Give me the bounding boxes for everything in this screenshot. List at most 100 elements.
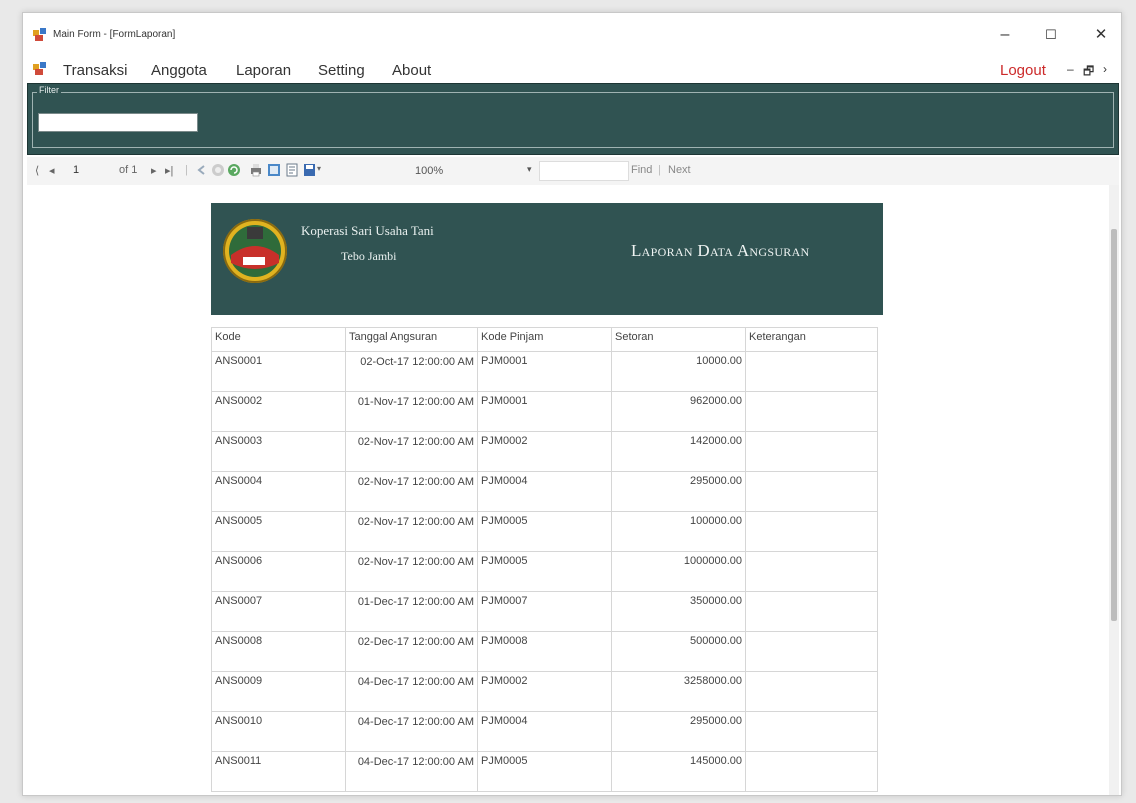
refresh-icon[interactable] — [227, 163, 241, 177]
last-page-button[interactable]: ▸| — [165, 164, 173, 177]
title-bar: Main Form - [FormLaporan] – ☐ ✕ — [23, 13, 1121, 53]
cell-setoran: 295000.00 — [611, 711, 746, 752]
find-button[interactable]: Find — [631, 164, 652, 176]
mdi-minimize-button[interactable]: – — [1067, 62, 1074, 76]
mdi-child-icon[interactable] — [33, 62, 47, 76]
scrollbar-thumb[interactable] — [1111, 229, 1117, 621]
find-input[interactable] — [539, 161, 629, 181]
cell-setoran: 3258000.00 — [611, 671, 746, 712]
export-dropdown-icon[interactable]: ▾ — [317, 164, 321, 173]
table-row: ANS0010 04-Dec-17 12:00:00 AM PJM0004 29500… — [211, 711, 878, 752]
report-title: Laporan Data Angsuran — [631, 241, 810, 260]
print-layout-icon[interactable] — [267, 163, 281, 177]
cell-tanggal: 02-Dec-17 12:00:00 AM — [345, 631, 478, 672]
menu-anggota[interactable]: Anggota — [151, 62, 207, 79]
cell-tanggal: 04-Dec-17 12:00:00 AM — [345, 671, 478, 712]
zoom-select[interactable]: 100% — [415, 161, 535, 181]
cell-tanggal: 01-Nov-17 12:00:00 AM — [345, 391, 478, 432]
cell-kode-pinjam: PJM0008 — [477, 631, 612, 672]
report-viewer: Koperasi Sari Usaha Tani Tebo Jambi Lapo… — [27, 185, 1119, 795]
cell-tanggal: 02-Nov-17 12:00:00 AM — [345, 431, 478, 472]
cell-setoran: 295000.00 — [611, 471, 746, 512]
menu-laporan[interactable]: Laporan — [236, 62, 291, 79]
window-title: Main Form - [FormLaporan] — [53, 29, 176, 40]
next-page-button[interactable]: ▸ — [151, 164, 157, 177]
cell-kode-pinjam: PJM0002 — [477, 671, 612, 712]
column-header-kode-pinjam: Kode Pinjam — [477, 327, 612, 352]
cell-setoran: 10000.00 — [611, 351, 746, 392]
cell-setoran: 962000.00 — [611, 391, 746, 432]
chevron-down-icon[interactable]: ▾ — [527, 164, 532, 175]
print-icon[interactable] — [249, 163, 263, 177]
menu-about[interactable]: About — [392, 62, 431, 79]
cell-setoran: 142000.00 — [611, 431, 746, 472]
menu-setting[interactable]: Setting — [318, 62, 365, 79]
cell-tanggal: 01-Dec-17 12:00:00 AM — [345, 591, 478, 632]
cell-keterangan — [745, 391, 878, 432]
cell-kode: ANS0005 — [211, 511, 346, 552]
table-row: ANS0008 02-Dec-17 12:00:00 AM PJM0008 50000… — [211, 631, 878, 672]
cooperative-logo-icon — [223, 219, 287, 283]
cell-tanggal: 02-Nov-17 12:00:00 AM — [345, 471, 478, 512]
cell-keterangan — [745, 591, 878, 632]
cell-kode-pinjam: PJM0001 — [477, 351, 612, 392]
prev-page-button[interactable]: ◂ — [49, 164, 55, 177]
cell-tanggal: 02-Nov-17 12:00:00 AM — [345, 551, 478, 592]
zoom-value: 100% — [415, 165, 444, 177]
cell-kode: ANS0002 — [211, 391, 346, 432]
cell-keterangan — [745, 551, 878, 592]
close-button[interactable]: ✕ — [1081, 21, 1121, 49]
cell-setoran: 100000.00 — [611, 511, 746, 552]
org-name: Koperasi Sari Usaha Tani — [301, 223, 434, 238]
report-header: Koperasi Sari Usaha Tani Tebo Jambi Lapo… — [211, 203, 883, 315]
column-header-keterangan: Keterangan — [745, 327, 878, 352]
cell-kode-pinjam: PJM0007 — [477, 591, 612, 632]
find-next-button[interactable]: Next — [668, 164, 691, 176]
cell-keterangan — [745, 671, 878, 712]
cell-keterangan — [745, 511, 878, 552]
cell-kode-pinjam: PJM0004 — [477, 471, 612, 512]
cell-kode: ANS0011 — [211, 751, 346, 792]
app-icon — [33, 28, 46, 41]
column-header-setoran: Setoran — [611, 327, 746, 352]
org-city: Tebo Jambi — [341, 249, 397, 263]
cell-tanggal: 04-Dec-17 12:00:00 AM — [345, 751, 478, 792]
table-row: ANS0007 01-Dec-17 12:00:00 AM PJM0007 35000… — [211, 591, 878, 632]
cell-kode-pinjam: PJM0002 — [477, 431, 612, 472]
cell-kode: ANS0006 — [211, 551, 346, 592]
cell-kode-pinjam: PJM0005 — [477, 551, 612, 592]
cell-kode: ANS0003 — [211, 431, 346, 472]
cell-tanggal: 02-Nov-17 12:00:00 AM — [345, 511, 478, 552]
stop-icon[interactable] — [211, 163, 225, 177]
column-header-kode: Kode — [211, 327, 346, 352]
cell-kode-pinjam: PJM0001 — [477, 391, 612, 432]
cell-kode: ANS0001 — [211, 351, 346, 392]
cell-tanggal: 02-Oct-17 12:00:00 AM — [345, 351, 478, 392]
main-window: Main Form - [FormLaporan] – ☐ ✕ Transaks… — [22, 12, 1122, 796]
logout-link[interactable]: Logout — [1000, 62, 1046, 79]
cell-kode-pinjam: PJM0005 — [477, 751, 612, 792]
cell-kode: ANS0008 — [211, 631, 346, 672]
vertical-scrollbar[interactable] — [1109, 185, 1119, 795]
cell-kode: ANS0007 — [211, 591, 346, 632]
menu-bar: Transaksi Anggota Laporan Setting About … — [23, 57, 1121, 83]
page-setup-icon[interactable] — [285, 163, 299, 177]
maximize-button[interactable]: ☐ — [1031, 21, 1071, 49]
cell-setoran: 1000000.00 — [611, 551, 746, 592]
filter-input[interactable] — [38, 113, 198, 132]
table-row: ANS0004 02-Nov-17 12:00:00 AM PJM0004 29500… — [211, 471, 878, 512]
export-icon[interactable] — [303, 163, 317, 177]
mdi-restore-button[interactable]: 🗗 — [1083, 62, 1094, 83]
angsuran-table: Kode Tanggal Angsuran Kode Pinjam Setora… — [211, 327, 878, 792]
mdi-close-button[interactable]: › — [1103, 62, 1107, 76]
cell-kode-pinjam: PJM0004 — [477, 711, 612, 752]
cell-tanggal: 04-Dec-17 12:00:00 AM — [345, 711, 478, 752]
first-page-button[interactable]: ⟨ — [35, 164, 39, 177]
table-row: ANS0006 02-Nov-17 12:00:00 AM PJM0005 10000… — [211, 551, 878, 592]
report-toolbar: ⟨ ◂ 1 of 1 ▸ ▸| | ▾ 100% ▾ Find | Next — [27, 157, 1119, 185]
minimize-button[interactable]: – — [985, 21, 1025, 49]
filter-groupbox: Filter — [32, 85, 1114, 148]
page-number[interactable]: 1 — [73, 164, 79, 176]
menu-transaksi[interactable]: Transaksi — [63, 62, 127, 79]
back-icon[interactable] — [195, 163, 209, 177]
